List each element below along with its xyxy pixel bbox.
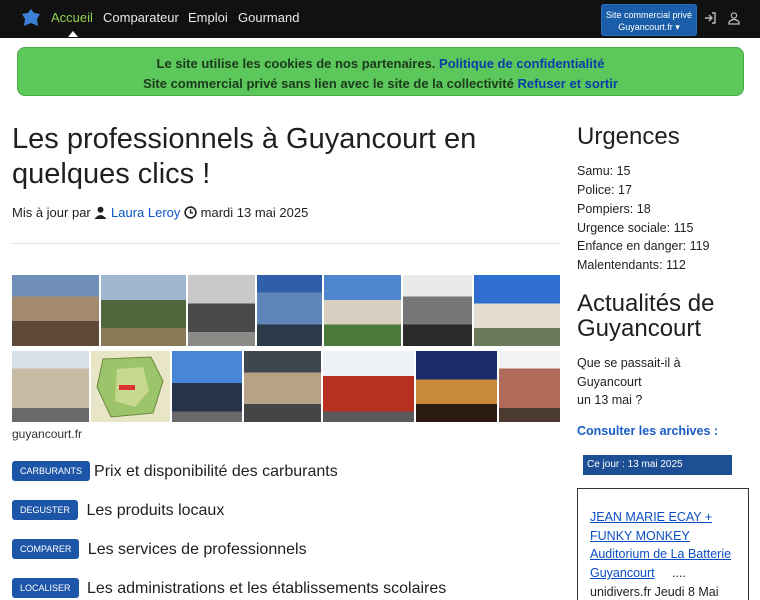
urgence-item: Pompiers: 18 <box>577 202 651 216</box>
map-photo[interactable] <box>91 351 170 422</box>
actualites-title-line2: Guyancourt <box>577 315 702 342</box>
urgence-item: Police: 17 <box>577 183 632 197</box>
site-commercial-button[interactable]: Site commercial privé Guyancourt.fr ▾ <box>601 4 697 36</box>
logo-icon[interactable] <box>21 8 41 28</box>
gallery-photo[interactable] <box>101 275 186 346</box>
gallery-photo[interactable] <box>244 351 321 422</box>
urgence-item: Malentendants: 112 <box>577 258 686 272</box>
event-title-line2[interactable]: FUNKY MONKEY <box>590 529 745 543</box>
gallery-photo[interactable] <box>188 275 255 346</box>
urgences-title: Urgences <box>577 123 680 150</box>
nav-emploi[interactable]: Emploi <box>188 10 228 25</box>
author-link[interactable]: Laura Leroy <box>111 205 180 220</box>
urgence-item: Samu: 15 <box>577 164 631 178</box>
gallery-photo[interactable] <box>12 351 89 422</box>
gallery-photo[interactable] <box>257 275 322 346</box>
nav-comparateur[interactable]: Comparateur <box>103 10 179 25</box>
article-date: mardi 13 mai 2025 <box>200 205 309 220</box>
gallery-caption: guyancourt.fr <box>12 427 83 441</box>
gallery-photo[interactable] <box>403 275 472 346</box>
privacy-policy-link[interactable]: Politique de confidentialité <box>439 56 604 71</box>
deguster-button[interactable]: DEGUSTER <box>12 500 79 520</box>
gallery-photo[interactable] <box>474 275 560 346</box>
top-navbar: Accueil Comparateur Emploi Gourmand Site… <box>0 0 760 38</box>
urgence-item: Enfance en danger: 119 <box>577 239 710 253</box>
service-label: Prix et disponibilité des carburants <box>94 463 338 480</box>
site-button-line2: Guyancourt.fr ▾ <box>618 22 680 32</box>
carburants-button[interactable]: CARBURANTS <box>12 461 91 481</box>
question-line2: Guyancourt <box>577 375 642 389</box>
user-icon <box>94 206 107 219</box>
photo-gallery <box>12 275 560 422</box>
nav-gourmand[interactable]: Gourmand <box>238 10 299 25</box>
gallery-photo[interactable] <box>323 351 414 422</box>
clock-icon <box>184 206 197 219</box>
cookie-banner: Le site utilise les cookies de nos parte… <box>17 47 744 96</box>
service-label: Les administrations et les établissement… <box>86 580 447 597</box>
service-row-deguster: DEGUSTER Les produits locaux <box>12 500 224 520</box>
service-row-carburants: CARBURANTS Prix et disponibilité des carb… <box>12 461 338 481</box>
event-city[interactable]: Guyancourt <box>590 566 655 580</box>
user-icon[interactable] <box>727 11 741 25</box>
event-ellipsis: .... <box>672 566 686 580</box>
site-button-line1: Site commercial privé <box>605 10 693 20</box>
event-title-line1[interactable]: JEAN MARIE ECAY + <box>590 510 745 524</box>
divider <box>12 243 560 244</box>
question-line3: un 13 mai ? <box>577 393 643 407</box>
localiser-button[interactable]: LOCALISER <box>12 578 79 598</box>
question-line1: Que se passait-il à <box>577 356 681 370</box>
login-icon[interactable] <box>703 11 717 25</box>
service-row-localiser: LOCALISER Les administrations et les éta… <box>12 578 446 598</box>
meta-prefix: Mis à jour par <box>12 205 91 220</box>
cookie-disclaimer: Site commercial privé sans lien avec le … <box>143 76 514 91</box>
gallery-photo[interactable] <box>499 351 560 422</box>
article-meta: Mis à jour par Laura Leroy mardi 13 mai … <box>12 205 308 220</box>
service-label: Les services de professionnels <box>87 541 307 558</box>
today-date-box[interactable]: Ce jour : 13 mai 2025 <box>583 455 732 475</box>
urgence-item: Urgence sociale: 115 <box>577 221 694 235</box>
service-label: Les produits locaux <box>86 502 225 519</box>
gallery-photo[interactable] <box>12 275 99 346</box>
page-title: Les professionnels à Guyancourt en quelq… <box>12 123 477 190</box>
gallery-photo[interactable] <box>416 351 497 422</box>
archives-link[interactable]: Consulter les archives : <box>577 424 718 438</box>
gallery-photo[interactable] <box>324 275 401 346</box>
event-venue[interactable]: Auditorium de La Batterie <box>590 547 745 561</box>
gallery-photo[interactable] <box>172 351 242 422</box>
refuse-exit-link[interactable]: Refuser et sortir <box>517 76 617 91</box>
event-card: JEAN MARIE ECAY + FUNKY MONKEY Auditoriu… <box>577 488 749 600</box>
active-caret-icon <box>68 31 78 37</box>
service-row-comparer: COMPARER Les services de professionnels <box>12 539 307 559</box>
nav-accueil[interactable]: Accueil <box>51 10 93 25</box>
cookie-text: Le site utilise les cookies de nos parte… <box>156 56 436 71</box>
event-source: unidivers.fr Jeudi 8 Mai <box>590 585 719 599</box>
comparer-button[interactable]: COMPARER <box>12 539 80 559</box>
map-icon <box>96 356 164 418</box>
